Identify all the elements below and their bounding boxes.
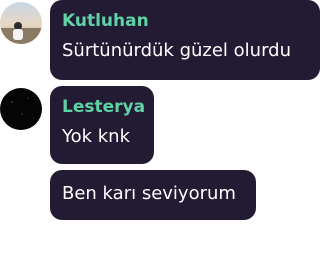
user-avatar-kutluhan[interactable] [0,2,42,44]
message-bubble-2[interactable]: Lesterya Yok knk [50,86,154,164]
message-bubble-1[interactable]: Kutluhan Sürtünürdük güzel olurdu [50,0,320,80]
message-text: Sürtünürdük güzel olurdu [62,40,291,61]
user-avatar-lesterya[interactable] [0,88,42,130]
chat-thread: Kutluhan Sürtünürdük güzel olurdu Lester… [0,0,320,272]
message-bubble-3[interactable]: Ben karı seviyorum [50,170,256,220]
message-text: Ben karı seviyorum [62,183,236,204]
message-author[interactable]: Lesterya [62,97,145,117]
user-photo-icon [0,2,42,44]
message-text: Yok knk [62,126,131,147]
dark-avatar-icon [0,88,42,130]
message-author[interactable]: Kutluhan [62,11,149,31]
